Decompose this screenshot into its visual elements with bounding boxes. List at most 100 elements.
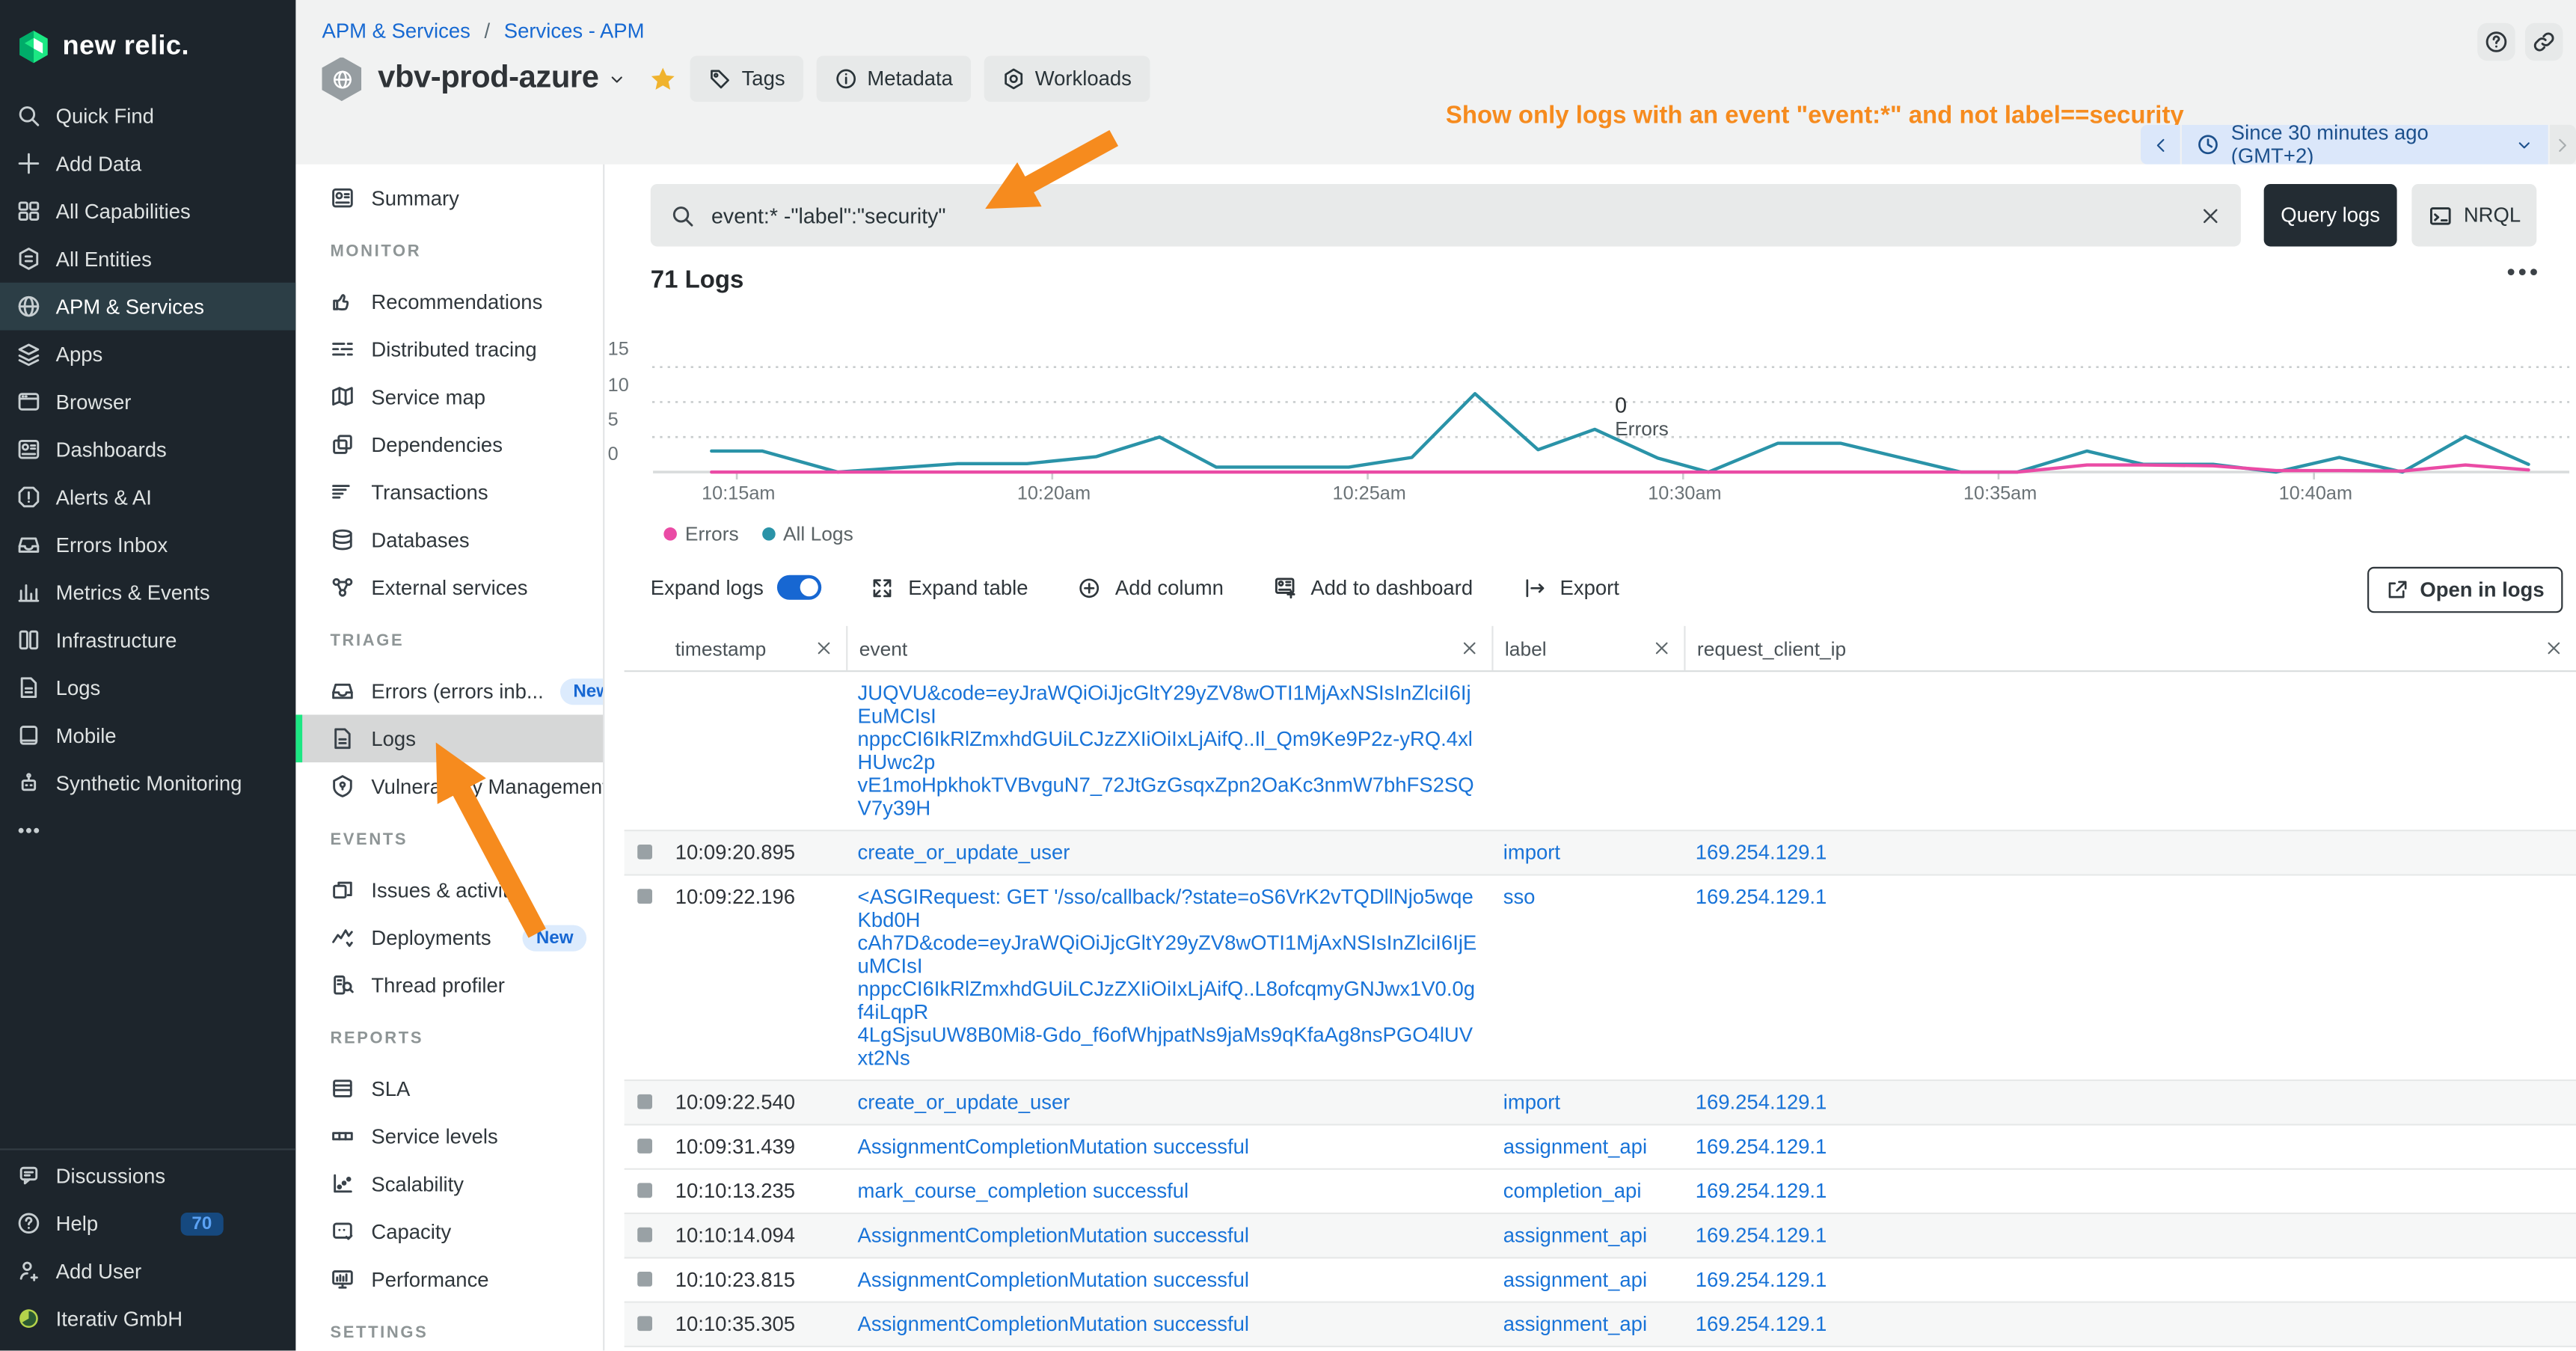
event-link[interactable]: 4LgSjsuUW8B0Mi8-Gdo_f6ofWhjpatNs9jaMs9qK… bbox=[858, 1023, 1473, 1070]
sidebar-item-browser[interactable]: Browser bbox=[0, 378, 295, 426]
event-link[interactable]: vE1moHpkhokTVBvguN7_72JtGzGsqxZpn2OaKc3n… bbox=[858, 774, 1474, 821]
column-header-request_client_ip[interactable]: request_client_ip bbox=[1684, 626, 2576, 670]
workloads-button[interactable]: Workloads bbox=[984, 56, 1150, 102]
sidebar-item-quick-find[interactable]: Quick Find bbox=[0, 92, 295, 140]
remove-column-icon[interactable] bbox=[1653, 639, 1671, 657]
log-row[interactable]: 10:10:14.094AssignmentCompletionMutation… bbox=[625, 1214, 2576, 1258]
tags-button[interactable]: Tags bbox=[690, 56, 803, 102]
entity-nav-transactions[interactable]: Transactions bbox=[295, 468, 603, 516]
permalink-button[interactable] bbox=[2525, 23, 2563, 61]
sidebar-item-help[interactable]: Help70 bbox=[0, 1199, 295, 1247]
query-logs-button[interactable]: Query logs bbox=[2264, 184, 2397, 246]
ip-link[interactable]: 169.254.129.1 bbox=[1696, 1091, 1827, 1114]
column-header-event[interactable]: event bbox=[846, 626, 1491, 670]
sidebar-item-apm-services[interactable]: APM & Services bbox=[0, 283, 295, 331]
toggle-on-icon[interactable] bbox=[776, 575, 821, 600]
entity-nav-errors-errors-inb-[interactable]: Errors (errors inb...New bbox=[295, 667, 603, 715]
remove-column-icon[interactable] bbox=[815, 639, 832, 657]
metadata-button[interactable]: Metadata bbox=[816, 56, 971, 102]
ip-link[interactable]: 169.254.129.1 bbox=[1696, 1269, 1827, 1292]
event-link[interactable]: AssignmentCompletionMutation successful bbox=[858, 1136, 1249, 1159]
ip-link[interactable]: 169.254.129.1 bbox=[1696, 1136, 1827, 1159]
entity-nav-databases[interactable]: Databases bbox=[295, 516, 603, 564]
log-row[interactable]: JUQVU&code=eyJraWQiOiJjcGltY29yZV8wOTI1M… bbox=[625, 672, 2576, 831]
sidebar-item-mobile[interactable]: Mobile bbox=[0, 711, 295, 759]
label-link[interactable]: assignment_api bbox=[1503, 1269, 1647, 1292]
event-link[interactable]: create_or_update_user bbox=[858, 842, 1070, 865]
sidebar-item-alerts-ai[interactable]: Alerts & AI bbox=[0, 474, 295, 521]
ip-link[interactable]: 169.254.129.1 bbox=[1696, 842, 1827, 865]
export-button[interactable]: Export bbox=[1522, 575, 1619, 600]
event-link[interactable]: AssignmentCompletionMutation successful bbox=[858, 1269, 1249, 1292]
chevron-down-icon[interactable] bbox=[609, 70, 627, 88]
entity-nav-dependencies[interactable]: Dependencies bbox=[295, 420, 603, 468]
log-row[interactable]: 10:09:31.439AssignmentCompletionMutation… bbox=[625, 1126, 2576, 1170]
ip-link[interactable]: 169.254.129.1 bbox=[1696, 1224, 1827, 1247]
entity-nav-distributed-tracing[interactable]: Distributed tracing bbox=[295, 325, 603, 373]
entity-nav-service-levels[interactable]: Service levels bbox=[295, 1112, 603, 1160]
log-search-input[interactable]: event:* -"label":"security" bbox=[651, 184, 2241, 246]
log-row[interactable]: 10:10:23.815AssignmentCompletionMutation… bbox=[625, 1258, 2576, 1302]
entity-nav-scalability[interactable]: Scalability bbox=[295, 1160, 603, 1208]
entity-nav-sla[interactable]: SLA bbox=[295, 1064, 603, 1112]
event-link[interactable]: <ASGIRequest: GET '/sso/callback/?state=… bbox=[858, 886, 1473, 932]
remove-column-icon[interactable] bbox=[1461, 639, 1479, 657]
sidebar-item-discussions[interactable]: Discussions bbox=[0, 1152, 295, 1200]
sidebar-item-synthetic-monitoring[interactable]: Synthetic Monitoring bbox=[0, 759, 295, 807]
favorite-star-icon[interactable] bbox=[650, 65, 678, 93]
log-row[interactable]: 10:10:44.066AssignmentCompletionMutation… bbox=[625, 1347, 2576, 1350]
expand-logs-toggle[interactable]: Expand logs bbox=[651, 575, 821, 600]
log-row[interactable]: 10:10:13.235mark_course_completion succe… bbox=[625, 1170, 2576, 1214]
ip-link[interactable]: 169.254.129.1 bbox=[1696, 1180, 1827, 1203]
event-link[interactable]: nppcCI6IkRlZmxhdGUiLCJzZXIiOiIxLjAifQ..I… bbox=[858, 728, 1473, 774]
log-row[interactable]: 10:09:22.540create_or_update_userimport1… bbox=[625, 1081, 2576, 1125]
sidebar-item-iterativ-gmbh[interactable]: Iterativ GmbH bbox=[0, 1295, 295, 1343]
entity-nav-external-services[interactable]: External services bbox=[295, 563, 603, 611]
time-range-button[interactable]: Since 30 minutes ago (GMT+2) bbox=[2182, 125, 2548, 165]
entity-nav-recommendations[interactable]: Recommendations bbox=[295, 278, 603, 325]
entity-nav-thread-profiler[interactable]: Thread profiler bbox=[295, 961, 603, 1009]
entity-nav-summary[interactable]: Summary bbox=[295, 174, 603, 222]
entity-nav-vulnerability-management[interactable]: Vulnerability Management bbox=[295, 762, 603, 810]
entity-nav-issues-activity[interactable]: Issues & activity bbox=[295, 866, 603, 914]
event-link[interactable]: cAh7D&code=eyJraWQiOiJjcGltY29yZV8wOTI1M… bbox=[858, 931, 1477, 978]
legend-item-all-logs[interactable]: All Logs bbox=[761, 522, 853, 545]
clear-search-icon[interactable] bbox=[2200, 204, 2221, 226]
sidebar-item-add-user[interactable]: Add User bbox=[0, 1247, 295, 1295]
label-link[interactable]: import bbox=[1503, 842, 1560, 865]
nrql-button[interactable]: NRQL bbox=[2411, 184, 2536, 246]
label-link[interactable]: completion_api bbox=[1503, 1180, 1642, 1203]
label-link[interactable]: sso bbox=[1503, 886, 1536, 909]
log-row[interactable]: 10:10:35.305AssignmentCompletionMutation… bbox=[625, 1303, 2576, 1347]
log-row[interactable]: 10:09:20.895create_or_update_userimport1… bbox=[625, 831, 2576, 875]
time-forward-button[interactable] bbox=[2549, 125, 2576, 165]
ip-link[interactable]: 169.254.129.1 bbox=[1696, 886, 1827, 909]
sidebar-item-logs[interactable]: Logs bbox=[0, 664, 295, 711]
event-link[interactable]: mark_course_completion successful bbox=[858, 1180, 1189, 1203]
breadcrumb-apm-services[interactable]: APM & Services bbox=[322, 19, 470, 43]
entity-nav-service-map[interactable]: Service map bbox=[295, 373, 603, 421]
ip-link[interactable]: 169.254.129.1 bbox=[1696, 1313, 1827, 1336]
add-to-dashboard-button[interactable]: Add to dashboard bbox=[1273, 575, 1473, 600]
label-link[interactable]: import bbox=[1503, 1091, 1560, 1114]
label-link[interactable]: assignment_api bbox=[1503, 1224, 1647, 1247]
column-header-timestamp[interactable]: timestamp bbox=[663, 626, 846, 670]
sidebar-item-errors-inbox[interactable]: Errors Inbox bbox=[0, 521, 295, 569]
column-header-label[interactable]: label bbox=[1491, 626, 1684, 670]
log-row[interactable]: 10:09:22.196<ASGIRequest: GET '/sso/call… bbox=[625, 876, 2576, 1082]
breadcrumb-services-apm[interactable]: Services - APM bbox=[504, 19, 645, 43]
sidebar-item-all-capabilities[interactable]: All Capabilities bbox=[0, 187, 295, 235]
add-column-button[interactable]: Add column bbox=[1077, 575, 1224, 600]
entity-nav-capacity[interactable]: Capacity bbox=[295, 1207, 603, 1255]
event-link[interactable]: AssignmentCompletionMutation successful bbox=[858, 1313, 1249, 1336]
entity-nav-performance[interactable]: Performance bbox=[295, 1255, 603, 1303]
entity-nav-deployments[interactable]: DeploymentsNew bbox=[295, 913, 603, 961]
sidebar-item-add-data[interactable]: Add Data bbox=[0, 140, 295, 188]
sidebar-item-metrics-events[interactable]: Metrics & Events bbox=[0, 569, 295, 616]
legend-item-errors[interactable]: Errors bbox=[663, 522, 738, 545]
open-in-logs-button[interactable]: Open in logs bbox=[2367, 567, 2563, 613]
sidebar-item-more[interactable] bbox=[0, 806, 295, 854]
sidebar-item-all-entities[interactable]: All Entities bbox=[0, 235, 295, 283]
expand-table-button[interactable]: Expand table bbox=[871, 575, 1028, 600]
label-link[interactable]: assignment_api bbox=[1503, 1136, 1647, 1159]
